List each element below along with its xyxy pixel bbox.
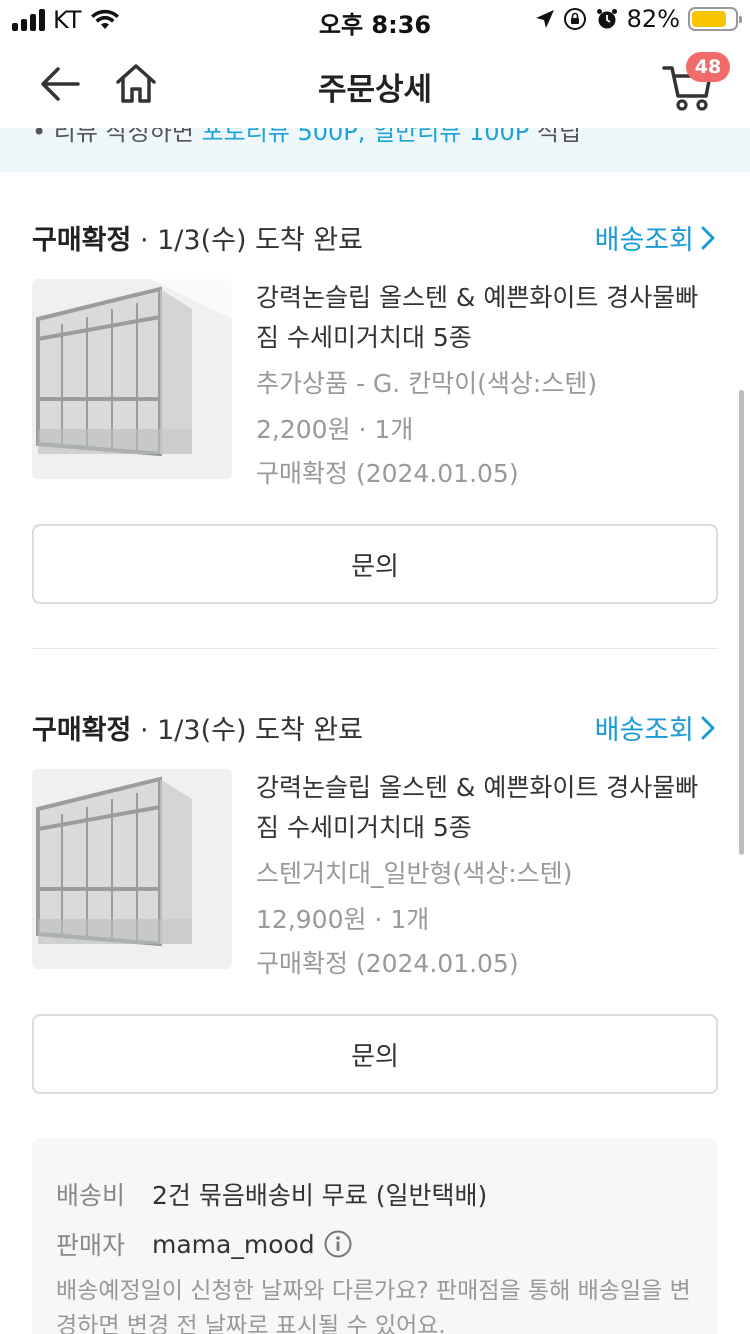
purchase-confirm-date: 구매확정 (2024.01.05) (256, 949, 519, 978)
order-group-header: 구매확정 · 1/3(수) 도착 완료 배송조회 (32, 214, 718, 257)
alarm-icon (596, 9, 617, 29)
product-thumbnail[interactable] (32, 279, 232, 479)
notice-suffix: 적립 (536, 128, 582, 146)
chevron-right-icon (701, 226, 715, 249)
product-option: 스텐거치대_일반형(색상:스텐) (256, 859, 573, 888)
battery-icon (688, 7, 742, 31)
product-name[interactable]: 강력논슬립 올스텐 & 예쁜화이트 경사물빠짐 수세미거치대 5종 (256, 768, 716, 848)
track-delivery-label: 배송조회 (594, 225, 694, 256)
inquiry-button[interactable]: 문의 (32, 524, 718, 604)
chevron-right-icon (701, 716, 715, 739)
purchase-confirm-date: 구매확정 (2024.01.05) (256, 459, 519, 488)
arrival-info: · 1/3(수) 도착 완료 (131, 715, 364, 746)
status-right: 82% (535, 5, 742, 33)
purchase-status: 구매확정 (32, 225, 132, 256)
scrollbar[interactable] (739, 390, 744, 855)
status-bar: KT 오후 8:36 82% (0, 0, 750, 40)
track-delivery-link[interactable]: 배송조회 (595, 708, 716, 747)
inquiry-button[interactable]: 문의 (32, 1014, 718, 1094)
delivery-status: 구매확정 · 1/3(수) 도착 완료 (32, 218, 363, 257)
info-icon[interactable] (323, 1229, 353, 1259)
rotation-lock-icon (563, 8, 586, 30)
arrival-info: · 1/3(수) 도착 완료 (131, 225, 364, 256)
notice-highlight: 포토리뷰 500P, 일반리뷰 100P (201, 128, 530, 146)
seller-row: 판매자 mama_mood (56, 1226, 353, 1262)
battery-percent: 82% (626, 5, 680, 33)
order-group-header: 구매확정 · 1/3(수) 도착 완료 배송조회 (32, 704, 718, 747)
purchase-status: 구매확정 (32, 715, 132, 746)
shipping-fee-row: 배송비 2건 묶음배송비 무료 (일반택배) (56, 1176, 487, 1212)
seller-label: 판매자 (56, 1231, 126, 1260)
product-name[interactable]: 강력논슬립 올스텐 & 예쁜화이트 경사물빠짐 수세미거치대 5종 (256, 278, 716, 358)
shipping-fee-label: 배송비 (56, 1181, 126, 1210)
location-arrow-icon (535, 10, 554, 28)
delivery-date-note: 배송예정일이 신청한 날짜와 다른가요? 판매점을 통해 배송일을 변경하면 변… (56, 1278, 691, 1334)
track-delivery-label: 배송조회 (594, 715, 694, 746)
cart-count-badge: 48 (686, 52, 730, 82)
page-title: 주문상세 (317, 72, 433, 108)
divider (32, 648, 718, 649)
product-option: 추가상품 - G. 칸막이(색상:스텐) (256, 369, 598, 398)
seller-name[interactable]: mama_mood (152, 1230, 315, 1259)
product-thumbnail[interactable] (32, 769, 232, 969)
notice-prefix: • 리뷰 작성하면 (32, 128, 194, 146)
product-price-qty: 2,200원 · 1개 (256, 415, 414, 444)
track-delivery-link[interactable]: 배송조회 (595, 218, 716, 257)
shipping-fee-value: 2건 묶음배송비 무료 (일반택배) (152, 1181, 488, 1210)
review-notice-text: • 리뷰 작성하면 포토리뷰 500P, 일반리뷰 100P 적립 (32, 128, 581, 147)
delivery-status: 구매확정 · 1/3(수) 도착 완료 (32, 708, 363, 747)
shipping-info-box: 배송비 2건 묶음배송비 무료 (일반택배) 판매자 mama_mood 배송예… (32, 1138, 718, 1334)
review-notice: • 리뷰 작성하면 포토리뷰 500P, 일반리뷰 100P 적립 (0, 128, 750, 172)
nav-bar: 주문상세 48 (0, 40, 750, 128)
product-price-qty: 12,900원 · 1개 (256, 905, 430, 934)
